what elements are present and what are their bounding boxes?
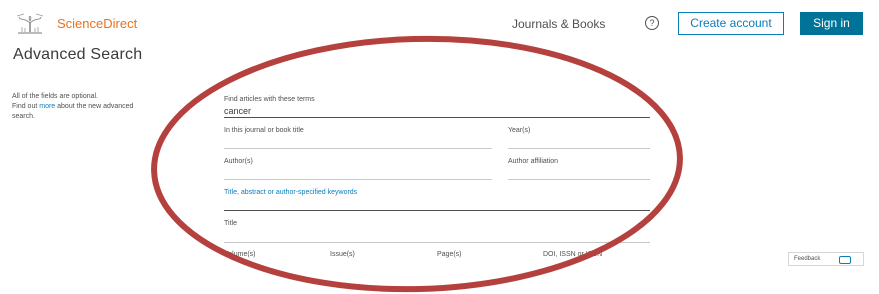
note-line-3: search. (12, 113, 35, 120)
page-title: Advanced Search (13, 46, 143, 63)
keywords-input-underline (224, 210, 650, 211)
author-field[interactable]: Author(s) (224, 158, 253, 165)
help-icon[interactable]: ? (645, 16, 659, 30)
terms-input[interactable]: cancer (224, 106, 251, 116)
brand-name[interactable]: ScienceDirect (57, 16, 137, 31)
issue-field[interactable]: Issue(s) (330, 251, 355, 258)
note-line-1: All of the fields are optional. (12, 93, 98, 100)
create-account-button[interactable]: Create account (678, 12, 784, 35)
keywords-field[interactable]: Title, abstract or author-specified keyw… (224, 189, 357, 196)
volume-field[interactable]: Volume(s) (224, 251, 256, 258)
page-field[interactable]: Page(s) (437, 251, 462, 258)
year-input-underline (508, 148, 650, 149)
year-field[interactable]: Year(s) (508, 127, 530, 134)
title-field[interactable]: Title (224, 220, 237, 227)
chat-bubble-icon (839, 256, 851, 264)
journal-title-field[interactable]: In this journal or book title (224, 127, 304, 134)
annotation-circle (151, 35, 683, 293)
note-suffix: about the new advanced (55, 103, 134, 110)
more-link[interactable]: more (39, 103, 55, 110)
terms-label: Find articles with these terms (224, 96, 315, 103)
sign-in-button[interactable]: Sign in (800, 12, 863, 35)
nav-journals-and-books[interactable]: Journals & Books (512, 17, 605, 31)
optional-fields-note: All of the fields are optional. Find out… (12, 92, 192, 122)
affiliation-input-underline (508, 179, 650, 180)
elsevier-logo-icon[interactable] (14, 13, 46, 35)
note-prefix: Find out (12, 103, 40, 110)
note-line-2: Find out more about the new advanced (12, 102, 192, 112)
journal-input-underline (224, 148, 492, 149)
feedback-button[interactable]: Feedback (788, 252, 864, 266)
title-input-underline (224, 242, 650, 243)
author-input-underline (224, 179, 492, 180)
feedback-label: Feedback (794, 256, 821, 262)
doi-issn-isbn-field[interactable]: DOI, ISSN or ISBN (543, 251, 602, 258)
terms-input-underline (224, 117, 650, 118)
author-affiliation-field[interactable]: Author affiliation (508, 158, 558, 165)
